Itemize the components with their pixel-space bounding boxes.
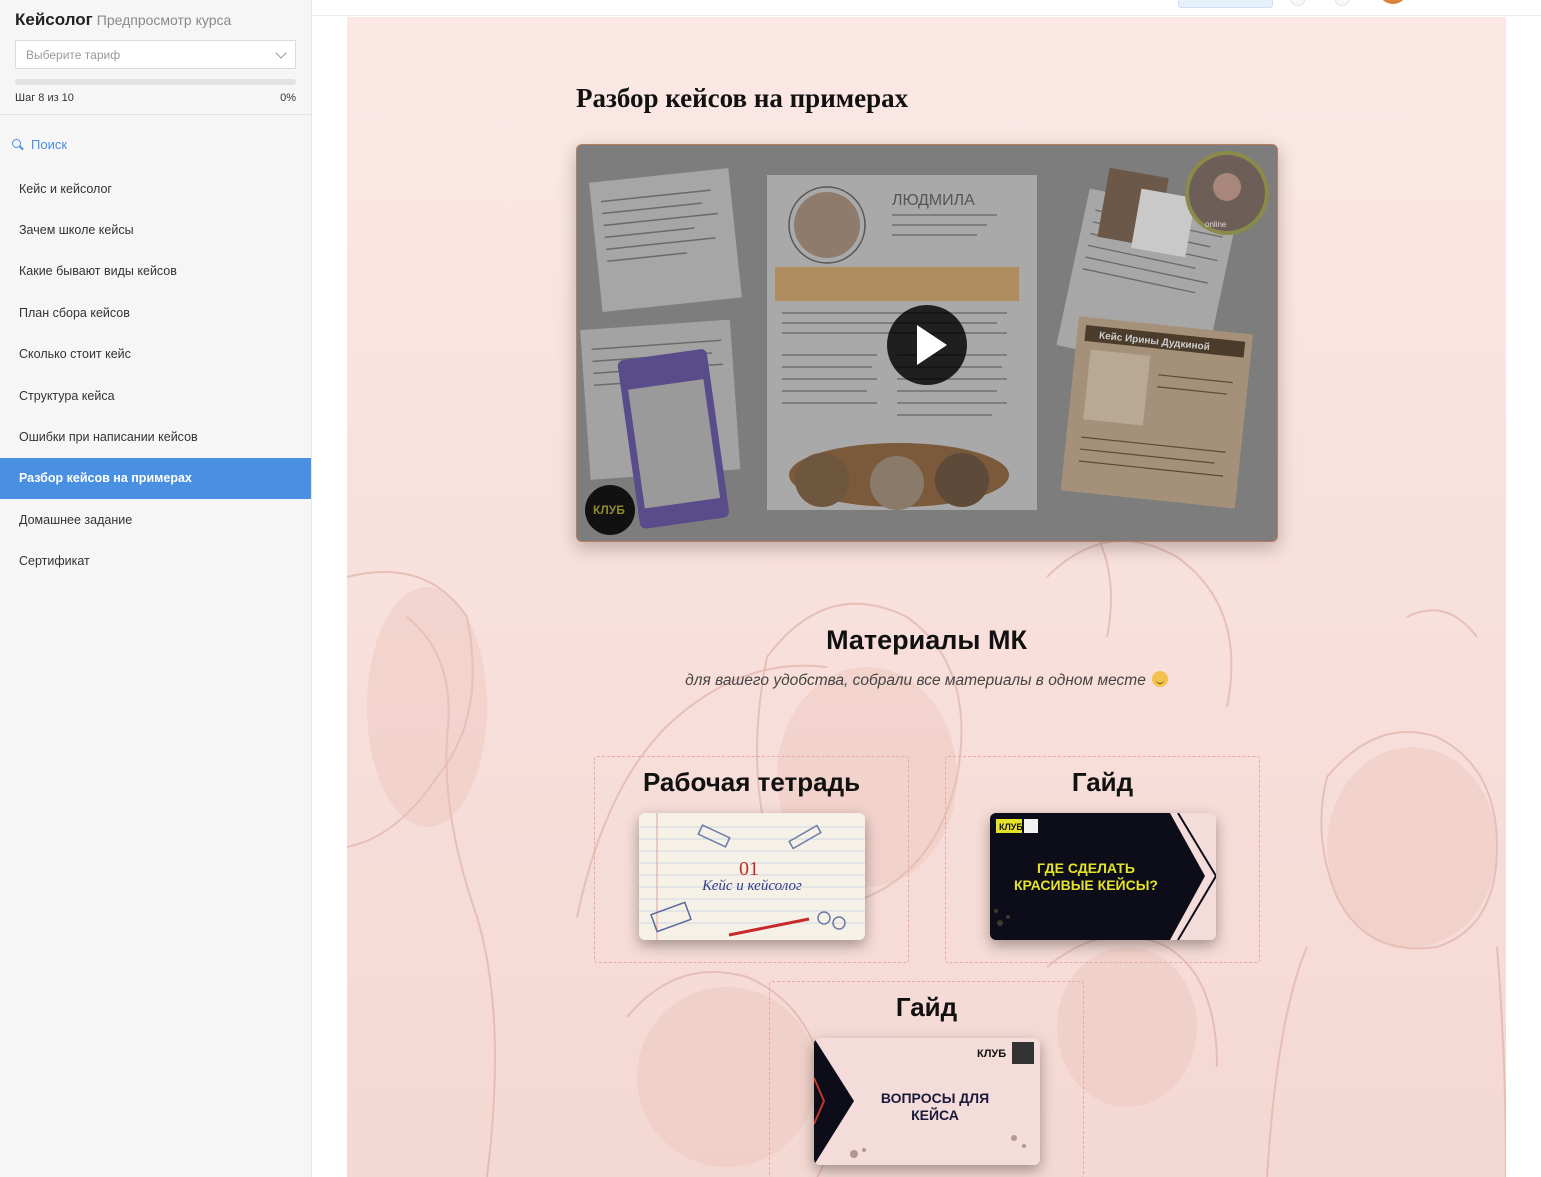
sidebar-item-8[interactable]: Разбор кейсов на примерах — [0, 457, 311, 500]
sidebar-item-5[interactable]: Сколько стоит кейс — [0, 334, 311, 375]
workbook-thumb-text: Кейс и кейсолог — [701, 878, 802, 894]
guide-thumbnail-1[interactable]: КЛУБ ГДЕ СДЕЛАТЬ КРАСИВЫЕ КЕЙСЫ? — [990, 813, 1216, 940]
progress-percent: 0% — [280, 92, 296, 104]
step-counter: Шаг 8 из 10 — [15, 92, 74, 104]
material-card-title: Гайд — [1071, 767, 1134, 797]
chevron-down-icon — [275, 46, 287, 59]
workbook-number: 01 — [739, 858, 759, 880]
progress-bar — [15, 79, 296, 85]
top-action-button[interactable] — [1178, 0, 1273, 8]
play-button[interactable] — [887, 305, 967, 385]
guide-thumbnail-2[interactable]: КЛУБ ВОПРОСЫ ДЛЯ КЕЙСА — [814, 1038, 1040, 1165]
tariff-select[interactable]: Выберите тариф — [15, 40, 296, 69]
help-icon[interactable] — [1334, 0, 1350, 6]
material-card-title: Рабочая тетрадь — [642, 767, 861, 797]
video-player[interactable]: ЛЮДМИЛА Кейс Ирины Дудкиной online КЛУБ — [576, 144, 1278, 542]
lesson-nav: Кейс и кейсолог Зачем школе кейсы Какие бы… — [0, 168, 311, 582]
materials-subtitle: для вашего удобства, собрали все материа… — [347, 671, 1506, 690]
sidebar-item-9[interactable]: Домашнее задание — [0, 499, 311, 540]
guide1-line2: КРАСИВЫЕ КЕЙСЫ? — [1014, 876, 1158, 893]
sidebar-item-7[interactable]: Ошибки при написании кейсов — [0, 416, 311, 457]
lesson-content: Разбор кейсов на примерах ЛЮДМИЛА Кейс И… — [347, 17, 1506, 1177]
sidebar-item-3[interactable]: Какие бывают виды кейсов — [0, 251, 311, 292]
workbook-thumbnail[interactable]: 01 Кейс и кейсолог — [639, 813, 865, 940]
course-subtitle: Предпросмотр курса — [96, 12, 232, 28]
lesson-title: Разбор кейсов на примерах — [576, 83, 909, 113]
material-card-guide-2: Гайд КЛУБ ВОПРОСЫ ДЛЯ КЕЙСА — [769, 981, 1084, 1177]
material-card-title: Гайд — [895, 992, 958, 1022]
materials-subtitle-text: для вашего удобства, собрали все материа… — [685, 672, 1146, 689]
sidebar-item-4[interactable]: План сбора кейсов — [0, 292, 311, 333]
avatar[interactable] — [1378, 0, 1408, 4]
course-sidebar: Кейсолог Предпросмотр курса Выберите тари… — [0, 0, 312, 1177]
video-club-logo: КЛУБ — [593, 503, 625, 517]
search-link[interactable]: Поиск — [0, 115, 311, 152]
top-bar — [312, 0, 1541, 16]
sidebar-item-1[interactable]: Кейс и кейсолог — [0, 168, 311, 209]
hugging-emoji-icon — [1151, 671, 1168, 687]
sidebar-item-6[interactable]: Структура кейса — [0, 375, 311, 416]
search-label: Поиск — [31, 137, 68, 152]
guide2-line2: КЕЙСА — [911, 1106, 959, 1123]
guide2-line1: ВОПРОСЫ ДЛЯ — [881, 1090, 989, 1106]
tariff-placeholder: Выберите тариф — [26, 47, 121, 62]
webcam-online-label: online — [1205, 220, 1227, 229]
course-title: Кейсолог — [15, 10, 93, 29]
course-header: Кейсолог Предпросмотр курса Выберите тари… — [0, 0, 311, 104]
notification-icon[interactable] — [1290, 0, 1306, 6]
material-card-guide-1: Гайд КЛУБ ГДЕ СДЕЛАТЬ КРАСИВЫЕ КЕЙСЫ? — [945, 756, 1260, 963]
guide1-line1: ГДЕ СДЕЛАТЬ — [1037, 860, 1135, 876]
search-icon — [12, 138, 24, 151]
guide1-logo: КЛУБ — [999, 822, 1023, 832]
sidebar-item-2[interactable]: Зачем школе кейсы — [0, 209, 311, 250]
sidebar-item-10[interactable]: Сертификат — [0, 541, 311, 582]
materials-title: Материалы МК — [826, 625, 1027, 655]
material-card-workbook: Рабочая тетрадь 01 Кейс и кейсолог — [594, 756, 909, 963]
guide2-logo: КЛУБ — [977, 1048, 1006, 1060]
slide-name-text: ЛЮДМИЛА — [892, 192, 975, 209]
